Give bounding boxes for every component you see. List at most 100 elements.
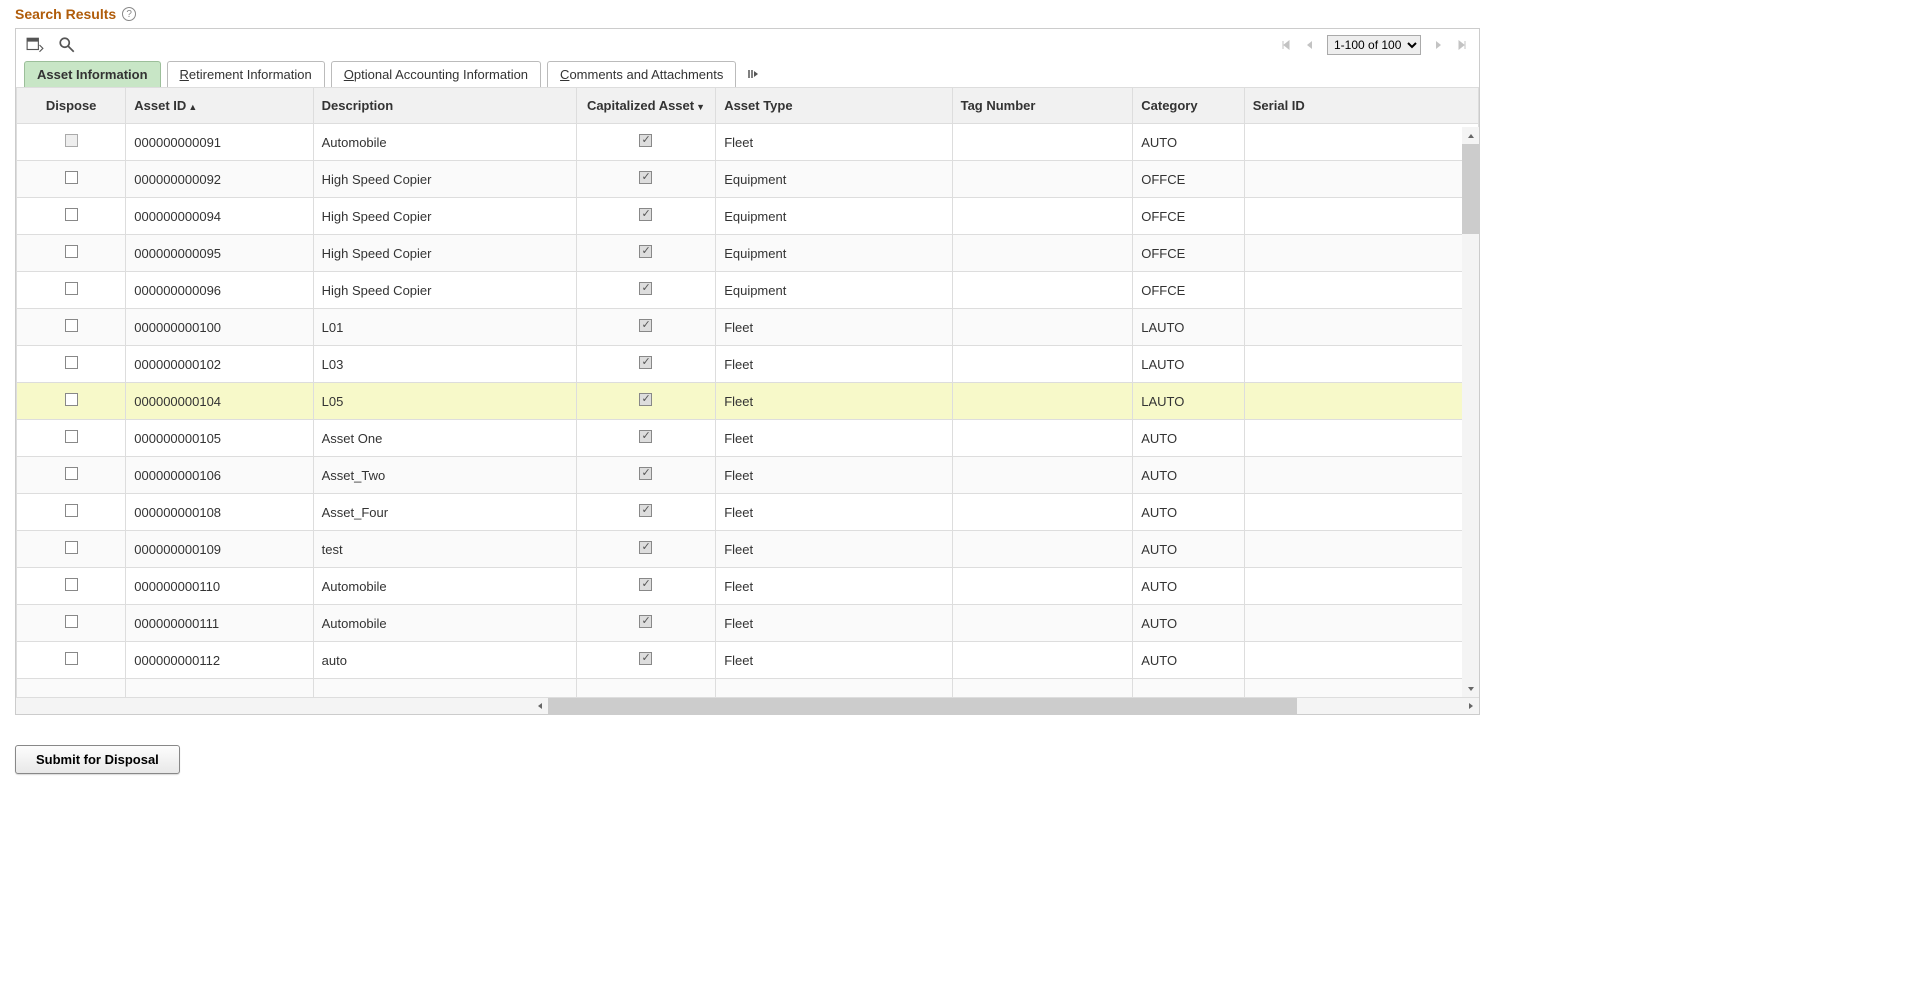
cell-category: LAUTO <box>1133 309 1245 346</box>
col-header-description[interactable]: Description <box>313 88 576 124</box>
cell-tag-number <box>952 198 1133 235</box>
tab-retirement-information[interactable]: Retirement Information <box>167 61 325 87</box>
cell-tag-number <box>952 420 1133 457</box>
cell-tag-number <box>952 124 1133 161</box>
capitalized-checkbox <box>639 615 652 628</box>
capitalized-checkbox <box>639 430 652 443</box>
dispose-checkbox[interactable] <box>65 578 78 591</box>
last-page-icon[interactable] <box>1455 38 1469 52</box>
cell-category: OFFCE <box>1133 272 1245 309</box>
cell-asset-type: Fleet <box>716 457 952 494</box>
dispose-checkbox[interactable] <box>65 245 78 258</box>
next-page-icon[interactable] <box>1431 38 1445 52</box>
cell-description: High Speed Copier <box>313 272 576 309</box>
col-header-capitalized[interactable]: Capitalized Asset▼ <box>576 88 715 124</box>
capitalized-checkbox <box>639 467 652 480</box>
cell-asset-id: 000000000095 <box>126 235 313 272</box>
submit-for-disposal-button[interactable]: Submit for Disposal <box>15 745 180 774</box>
col-header-asset-type[interactable]: Asset Type <box>716 88 952 124</box>
row-range-select[interactable]: 1-100 of 100 <box>1327 35 1421 55</box>
scroll-down-icon[interactable] <box>1462 680 1479 697</box>
table-row: 000000000112autoFleetAUTO <box>17 642 1479 679</box>
cell-asset-id: 000000000112 <box>126 642 313 679</box>
table-row: 000000000095High Speed CopierEquipmentOF… <box>17 235 1479 272</box>
scroll-up-icon[interactable] <box>1462 127 1479 144</box>
cell-category: AUTO <box>1133 642 1245 679</box>
cell-serial-id <box>1244 272 1478 309</box>
dispose-checkbox[interactable] <box>65 134 78 147</box>
cell-serial-id <box>1244 346 1478 383</box>
col-header-tag-number[interactable]: Tag Number <box>952 88 1133 124</box>
dispose-checkbox[interactable] <box>65 208 78 221</box>
col-header-dispose[interactable]: Dispose <box>17 88 126 124</box>
first-page-icon[interactable] <box>1279 38 1293 52</box>
capitalized-checkbox <box>639 245 652 258</box>
dispose-checkbox[interactable] <box>65 393 78 406</box>
dispose-checkbox[interactable] <box>65 652 78 665</box>
prev-page-icon[interactable] <box>1303 38 1317 52</box>
cell-serial-id <box>1244 494 1478 531</box>
dispose-checkbox[interactable] <box>65 615 78 628</box>
table-row: 000000000108Asset_FourFleetAUTO <box>17 494 1479 531</box>
table-row: 000000000091AutomobileFleetAUTO <box>17 124 1479 161</box>
cell-asset-id: 000000000096 <box>126 272 313 309</box>
cell-asset-id: 000000000106 <box>126 457 313 494</box>
cell-asset-id: 000000000092 <box>126 161 313 198</box>
dispose-checkbox[interactable] <box>65 467 78 480</box>
scroll-thumb[interactable] <box>1462 144 1479 234</box>
dispose-checkbox[interactable] <box>65 541 78 554</box>
tab-optional-accounting-information[interactable]: Optional Accounting Information <box>331 61 541 87</box>
help-icon[interactable]: ? <box>122 7 136 21</box>
table-row: 000000000092High Speed CopierEquipmentOF… <box>17 161 1479 198</box>
horizontal-scrollbar[interactable] <box>16 697 1479 714</box>
cell-asset-type: Fleet <box>716 309 952 346</box>
capitalized-checkbox <box>639 171 652 184</box>
cell-asset-type: Equipment <box>716 235 952 272</box>
cell-tag-number <box>952 346 1133 383</box>
search-icon[interactable] <box>58 36 76 54</box>
cell-asset-type: Fleet <box>716 124 952 161</box>
cell-description: test <box>313 531 576 568</box>
col-header-asset-id[interactable]: Asset ID▲ <box>126 88 313 124</box>
scroll-left-icon[interactable] <box>531 698 548 715</box>
personalize-icon[interactable] <box>26 36 44 54</box>
col-header-category[interactable]: Category <box>1133 88 1245 124</box>
cell-serial-id <box>1244 531 1478 568</box>
scroll-right-icon[interactable] <box>1462 698 1479 715</box>
table-row: 000000000106Asset_TwoFleetAUTO <box>17 457 1479 494</box>
tab-comments-attachments[interactable]: Comments and Attachments <box>547 61 736 87</box>
show-all-columns-icon[interactable] <box>742 63 764 85</box>
col-header-serial-id[interactable]: Serial ID <box>1244 88 1478 124</box>
cell-category: AUTO <box>1133 494 1245 531</box>
cell-asset-type: Fleet <box>716 568 952 605</box>
cell-asset-type: Fleet <box>716 642 952 679</box>
dispose-checkbox[interactable] <box>65 504 78 517</box>
vertical-scrollbar[interactable] <box>1462 127 1479 697</box>
cell-tag-number <box>952 605 1133 642</box>
cell-asset-type: Equipment <box>716 198 952 235</box>
table-row: 000000000100L01FleetLAUTO <box>17 309 1479 346</box>
cell-category: AUTO <box>1133 605 1245 642</box>
cell-tag-number <box>952 309 1133 346</box>
dispose-checkbox[interactable] <box>65 430 78 443</box>
dispose-checkbox[interactable] <box>65 171 78 184</box>
cell-asset-id: 000000000111 <box>126 605 313 642</box>
tab-asset-information[interactable]: Asset Information <box>24 61 161 87</box>
cell-asset-type: Fleet <box>716 420 952 457</box>
cell-asset-type: Fleet <box>716 494 952 531</box>
cell-asset-id: 000000000108 <box>126 494 313 531</box>
sort-desc-icon: ▼ <box>696 102 705 112</box>
cell-asset-type: Fleet <box>716 346 952 383</box>
cell-category: AUTO <box>1133 457 1245 494</box>
hscroll-thumb[interactable] <box>548 698 1297 714</box>
cell-asset-type: Equipment <box>716 272 952 309</box>
cell-category: OFFCE <box>1133 235 1245 272</box>
cell-asset-id: 000000000110 <box>126 568 313 605</box>
cell-asset-type: Equipment <box>716 161 952 198</box>
cell-description: Automobile <box>313 605 576 642</box>
capitalized-checkbox <box>639 356 652 369</box>
cell-description: Automobile <box>313 124 576 161</box>
dispose-checkbox[interactable] <box>65 319 78 332</box>
dispose-checkbox[interactable] <box>65 282 78 295</box>
dispose-checkbox[interactable] <box>65 356 78 369</box>
